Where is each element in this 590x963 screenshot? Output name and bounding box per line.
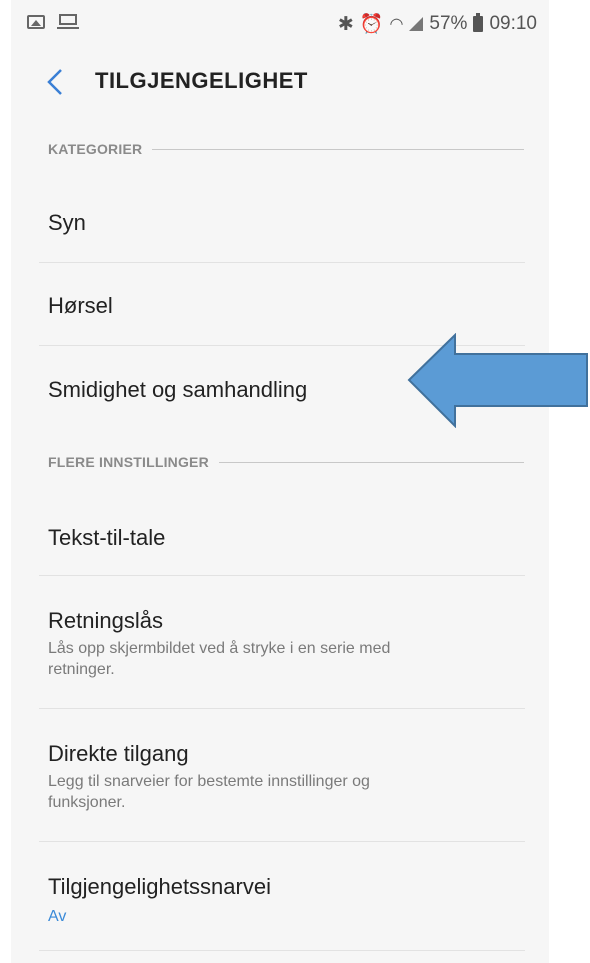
pointer-arrow (407, 333, 588, 428)
clock: 09:10 (489, 13, 537, 34)
section-header-kategorier: KATEGORIER (48, 139, 524, 159)
status-left-icons (27, 14, 79, 30)
app-header: TILGJENGELIGHET (11, 58, 549, 106)
item-title: Smidighet og samhandling (48, 377, 308, 402)
screen-cast-icon (57, 14, 79, 30)
alarm-icon: ⏰ (359, 14, 384, 35)
item-title: Direkte tilgang (48, 741, 189, 766)
section-header-flere-innstillinger: FLERE INNSTILLINGER (48, 452, 524, 472)
item-title: Tilgjengelighetssnarvei (48, 874, 271, 899)
divider (39, 950, 525, 951)
arrow-shape (407, 333, 588, 428)
status-bar: ✱ ⏰ ◠ 57% 09:10 (11, 0, 549, 48)
image-notification-icon (27, 15, 45, 29)
signal-icon (409, 17, 424, 31)
list-item-syn[interactable]: Syn (39, 182, 525, 262)
bluetooth-icon: ✱ (337, 13, 354, 35)
item-title: Syn (48, 210, 86, 235)
section-divider (218, 461, 524, 463)
section-divider (152, 148, 524, 150)
item-subtitle: Lås opp skjermbildet ved å stryke i en s… (48, 640, 391, 678)
list-item-tilgjengelighetssnarvei[interactable]: Tilgjengelighetssnarvei Av (39, 842, 525, 950)
section-label: KATEGORIER (48, 141, 143, 157)
list-item-direkte-tilgang[interactable]: Direkte tilgang Legg til snarveier for b… (39, 709, 525, 841)
battery-percent: 57% (429, 13, 468, 34)
back-button[interactable] (41, 66, 71, 98)
page-title: TILGJENGELIGHET (95, 68, 308, 93)
list-item-tekst-til-tale[interactable]: Tekst-til-tale (39, 495, 525, 575)
item-title: Retningslås (48, 608, 163, 633)
item-title: Tekst-til-tale (48, 525, 166, 550)
status-right-icons: ✱ ⏰ ◠ 57% 09:10 (338, 12, 537, 36)
item-title: Hørsel (48, 293, 113, 318)
battery-icon (473, 13, 484, 32)
section-label: FLERE INNSTILLINGER (48, 454, 209, 470)
phone-screen: ✱ ⏰ ◠ 57% 09:10 TILGJENGELIGHET KATEGORI… (11, 0, 549, 963)
item-subtitle: Legg til snarveier for bestemte innstill… (48, 773, 370, 811)
chevron-left-icon (47, 69, 62, 95)
wifi-icon: ◠ (389, 16, 404, 33)
item-status: Av (48, 908, 67, 925)
list-item-retningslas[interactable]: Retningslås Lås opp skjermbildet ved å s… (39, 576, 525, 708)
